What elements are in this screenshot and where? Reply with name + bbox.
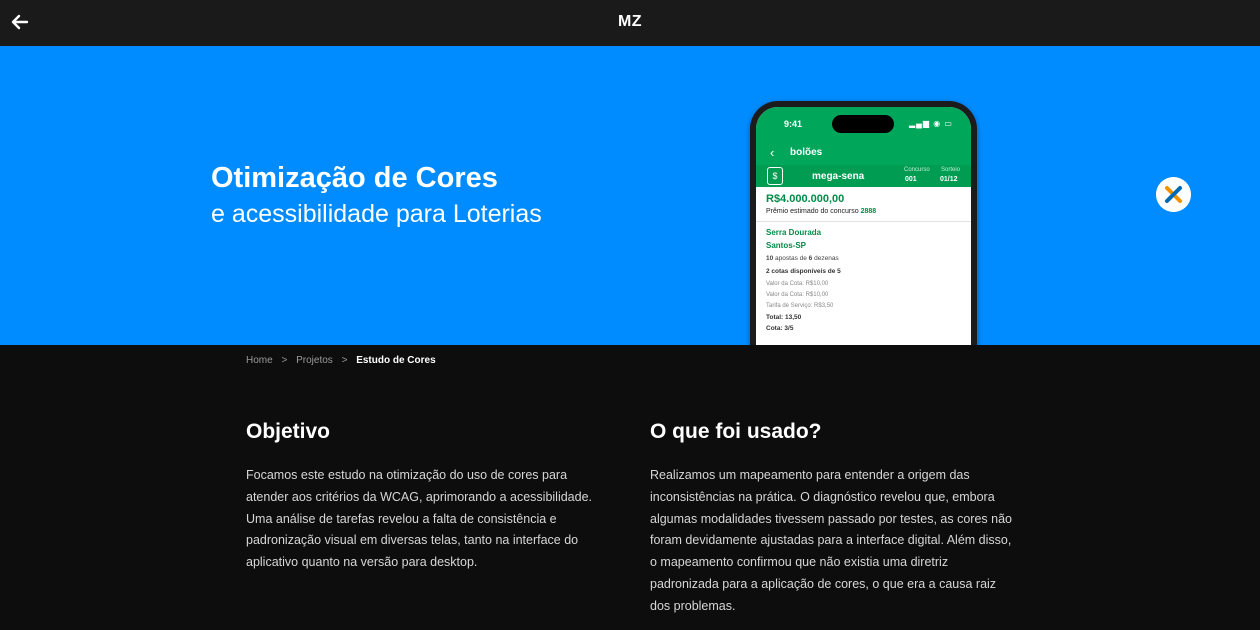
concurso-label: Concurso <box>904 167 930 173</box>
breadcrumb-home[interactable]: Home <box>246 355 273 366</box>
breadcrumb-projects[interactable]: Projetos <box>296 355 333 366</box>
breadcrumb-current: Estudo de Cores <box>356 355 436 366</box>
lottery-place-city: Santos-SP <box>766 241 807 250</box>
valor-cota-2: Valor da Cota: R$10,00 <box>766 292 829 298</box>
lottery-place-name: Serra Dourada <box>766 228 822 237</box>
status-icons: ▂▄▆ ◉ ▭ <box>909 119 953 128</box>
sorteio-value: 01/12 <box>940 176 958 183</box>
caixa-x-logo[interactable] <box>1156 177 1191 212</box>
concurso-value: 001 <box>905 176 917 183</box>
phone-screen: 9:41 ▂▄▆ ◉ ▭ ‹ bolões $ mega-sena Concur… <box>756 107 971 345</box>
site-logo[interactable]: MZ <box>0 13 1260 31</box>
dynamic-island <box>832 115 894 133</box>
breadcrumb: Home > Projetos > Estudo de Cores <box>246 355 442 366</box>
section-title-objetivo: Objetivo <box>246 420 331 443</box>
hero-subtitle: e acessibilidade para Loterias <box>211 200 542 228</box>
prize-note: Prêmio estimado do concurso 2888 <box>766 208 877 215</box>
section-text-usado: Realizamos um mapeamento para entender a… <box>650 468 1012 613</box>
hero-banner: Otimização de Cores e acessibilidade par… <box>0 46 1260 345</box>
sorteio-label: Sorteio <box>941 167 961 173</box>
cotas-line: 2 cotas disponíveis de 5 <box>766 268 841 275</box>
cota-line: Cota: 3/5 <box>766 325 794 332</box>
tarifa-line: Tarifa de Serviço: R$3,50 <box>766 303 834 309</box>
money-bag-icon: $ <box>767 167 783 185</box>
app-nav-title: bolões <box>790 147 823 158</box>
total-line: Total: 13,50 <box>766 314 802 321</box>
breadcrumb-separator: > <box>341 355 348 366</box>
game-name: mega-sena <box>812 171 865 182</box>
top-bar: MZ <box>0 0 1260 46</box>
section-text-objetivo: Focamos este estudo na otimização do uso… <box>246 468 593 570</box>
hero-title: Otimização de Cores <box>211 162 498 194</box>
valor-cota-1: Valor da Cota: R$10,00 <box>766 281 829 287</box>
divider <box>756 221 971 222</box>
breadcrumb-separator: > <box>281 355 288 366</box>
status-time: 9:41 <box>784 119 803 129</box>
phone-mockup: 9:41 ▂▄▆ ◉ ▭ ‹ bolões $ mega-sena Concur… <box>750 101 977 345</box>
bets-line: 10 apostas de 6 dezenas <box>766 255 839 262</box>
section-title-usado: O que foi usado? <box>650 420 822 443</box>
prize-value: R$4.000.000,00 <box>766 193 845 205</box>
chevron-left-icon: ‹ <box>770 145 775 160</box>
